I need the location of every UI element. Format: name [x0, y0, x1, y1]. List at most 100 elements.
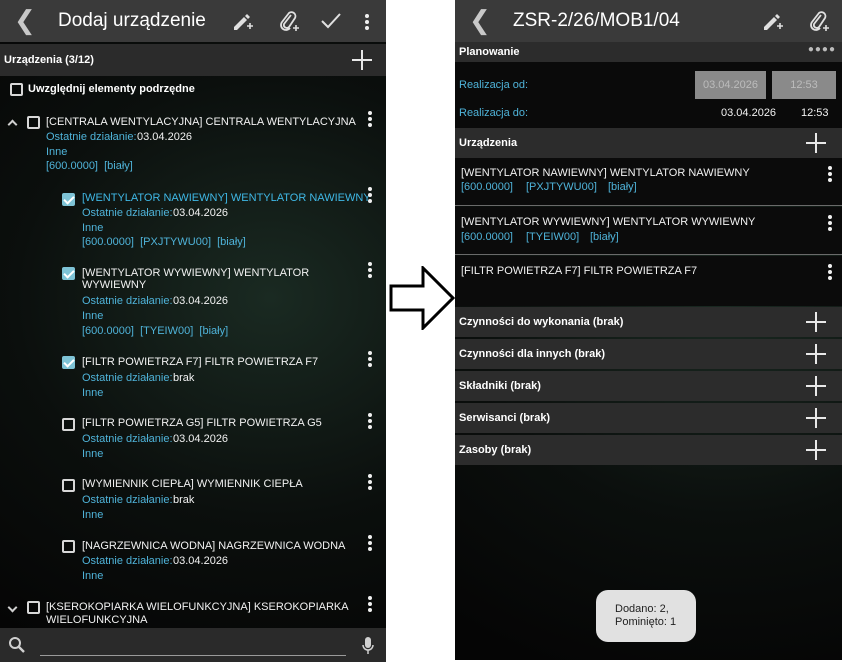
more-vert-icon[interactable] [365, 14, 369, 30]
add-device-icon[interactable] [806, 133, 826, 153]
search-icon[interactable] [8, 636, 26, 654]
devices-count-label: Urządzenia (3/12) [4, 54, 94, 66]
section-label: Serwisanci (brak) [459, 412, 551, 424]
device-card[interactable]: [WENTYLATOR WYWIEWNY] WENTYLATOR WYWIEWN… [455, 207, 842, 255]
device-title-line2: WIELOFUNKCYJNA [46, 614, 148, 626]
realization-to-label: Realizacja do: [459, 107, 529, 119]
add-device-icon[interactable] [352, 50, 372, 70]
device-card[interactable]: [FILTR POWIETRZA F7] FILTR POWIETRZA F7 [455, 256, 842, 306]
device-tag: [600.0000] [461, 181, 513, 193]
add-task-icon[interactable] [806, 312, 826, 332]
add-resource-icon[interactable] [806, 440, 826, 460]
item-more-icon[interactable] [368, 187, 372, 203]
toolbar: ❮ ZSR-2/26/MOB1/04 [455, 0, 842, 42]
devices-header-bar: Urządzenia (3/12) [0, 44, 386, 76]
device-title: [FILTR POWIETRZA F7] FILTR POWIETRZA F7 [461, 265, 698, 277]
section-label: Składniki (brak) [459, 380, 541, 392]
device-checkbox[interactable] [27, 601, 40, 614]
realization-from-time[interactable]: 12:53 [772, 71, 836, 99]
device-title: [FILTR POWIETRZA F7] FILTR POWIETRZA F7 [82, 356, 319, 368]
checkmark-icon[interactable] [319, 9, 343, 33]
last-action-label: Ostatnie działanie: [82, 555, 173, 567]
pencil-add-icon[interactable] [230, 9, 254, 33]
device-title: [CENTRALA WENTYLACYJNA] CENTRALA WENTYLA… [46, 116, 356, 128]
item-more-icon[interactable] [368, 535, 372, 551]
components-section-header[interactable]: Składniki (brak) [455, 371, 842, 401]
last-action-label: Ostatnie działanie: [82, 494, 173, 506]
device-checkbox[interactable] [62, 267, 75, 280]
paperclip-add-icon[interactable] [806, 9, 830, 33]
item-more-icon[interactable] [368, 111, 372, 127]
device-category: Inne [82, 387, 104, 399]
device-checkbox[interactable] [62, 418, 75, 431]
device-title: [WENTYLATOR WYWIEWNY] WENTYLATOR WYWIEWN… [461, 216, 756, 228]
pencil-add-icon[interactable] [760, 9, 784, 33]
last-action-value: 03.04.2026 [173, 555, 229, 567]
device-checkbox[interactable] [62, 193, 75, 206]
back-chevron-icon[interactable]: ❮ [469, 6, 491, 36]
planning-label: Planowanie [459, 46, 520, 58]
result-toast: Dodano: 2, Pominięto: 1 [596, 590, 696, 642]
device-title: [WENTYLATOR NAWIEWNY] WENTYLATOR NAWIEWN… [461, 167, 750, 179]
tasks-section-header[interactable]: Czynności do wykonania (brak) [455, 307, 842, 337]
item-more-icon[interactable] [828, 215, 832, 231]
last-action-label: Ostatnie działanie: [82, 295, 173, 307]
add-component-icon[interactable] [806, 376, 826, 396]
toast-skipped: Pominięto: 1 [615, 616, 677, 628]
tasks-others-section-header[interactable]: Czynności dla innych (brak) [455, 339, 842, 369]
device-category: Inne [82, 222, 104, 234]
devices-label: Urządzenia [459, 137, 518, 149]
device-tags: [600.0000] [TYEIW00] [biały] [82, 325, 229, 337]
last-action-label: Ostatnie działanie: [46, 131, 137, 143]
device-checkbox[interactable] [62, 356, 75, 369]
devices-section-header: Urządzenia [455, 128, 842, 158]
section-label: Czynności dla innych (brak) [459, 348, 606, 360]
device-checkbox[interactable] [62, 479, 75, 492]
realization-to-date[interactable]: 03.04.2026 [721, 107, 776, 120]
collapse-chevron-icon[interactable] [7, 117, 17, 127]
device-tag: [PXJTYWU00] [526, 181, 597, 193]
device-title: [FILTR POWIETRZA G5] FILTR POWIETRZA G5 [82, 417, 322, 429]
add-task-others-icon[interactable] [806, 344, 826, 364]
paperclip-add-icon[interactable] [276, 9, 300, 33]
item-more-icon[interactable] [368, 596, 372, 612]
realization-from-date[interactable]: 03.04.2026 [695, 71, 766, 99]
item-more-icon[interactable] [368, 474, 372, 490]
screen-title: Dodaj urządzenie [58, 10, 206, 31]
add-device-screen: ❮ Dodaj urządzenie Urządzenia (3/12) Uwz… [0, 0, 386, 662]
device-title-line1: [KSEROKOPIARKA WIELOFUNKCYJNA] KSEROKOPI… [46, 601, 349, 613]
resources-section-header[interactable]: Zasoby (brak) [455, 435, 842, 465]
pager-dots-icon: ●●●● [807, 44, 836, 55]
last-action-value: 03.04.2026 [173, 433, 229, 445]
search-bar[interactable] [0, 628, 386, 662]
device-tag: [biały] [590, 231, 619, 243]
item-more-icon[interactable] [368, 351, 372, 367]
microphone-icon[interactable] [361, 636, 375, 656]
section-label: Czynności do wykonania (brak) [459, 316, 624, 328]
device-title: [WYMIENNIK CIEPŁA] WYMIENNIK CIEPŁA [82, 478, 303, 490]
device-category: Inne [82, 570, 104, 582]
device-category: Inne [82, 310, 104, 322]
item-more-icon[interactable] [828, 264, 832, 280]
arrow-right-icon [389, 266, 455, 330]
last-action-value: 03.04.2026 [137, 131, 193, 143]
device-checkbox[interactable] [27, 116, 40, 129]
device-tag: [TYEIW00] [526, 231, 580, 243]
include-sub-row[interactable]: Uwzględnij elementy podrzędne [0, 77, 386, 101]
item-more-icon[interactable] [828, 166, 832, 182]
include-sub-checkbox[interactable] [10, 83, 23, 96]
item-more-icon[interactable] [368, 413, 372, 429]
expand-chevron-icon[interactable] [7, 604, 17, 614]
device-card[interactable]: [WENTYLATOR NAWIEWNY] WENTYLATOR NAWIEWN… [455, 158, 842, 206]
last-action-label: Ostatnie działanie: [82, 372, 173, 384]
search-input-underline[interactable] [40, 655, 346, 656]
realization-to-time[interactable]: 12:53 [801, 107, 829, 120]
add-technician-icon[interactable] [806, 408, 826, 428]
device-title: [WENTYLATOR NAWIEWNY] WENTYLATOR NAWIEWN… [82, 192, 371, 204]
section-label: Zasoby (brak) [459, 444, 532, 456]
technicians-section-header[interactable]: Serwisanci (brak) [455, 403, 842, 433]
device-checkbox[interactable] [62, 540, 75, 553]
back-chevron-icon[interactable]: ❮ [14, 6, 36, 36]
item-more-icon[interactable] [368, 262, 372, 278]
planning-header: Planowanie ●●●● [455, 42, 842, 62]
